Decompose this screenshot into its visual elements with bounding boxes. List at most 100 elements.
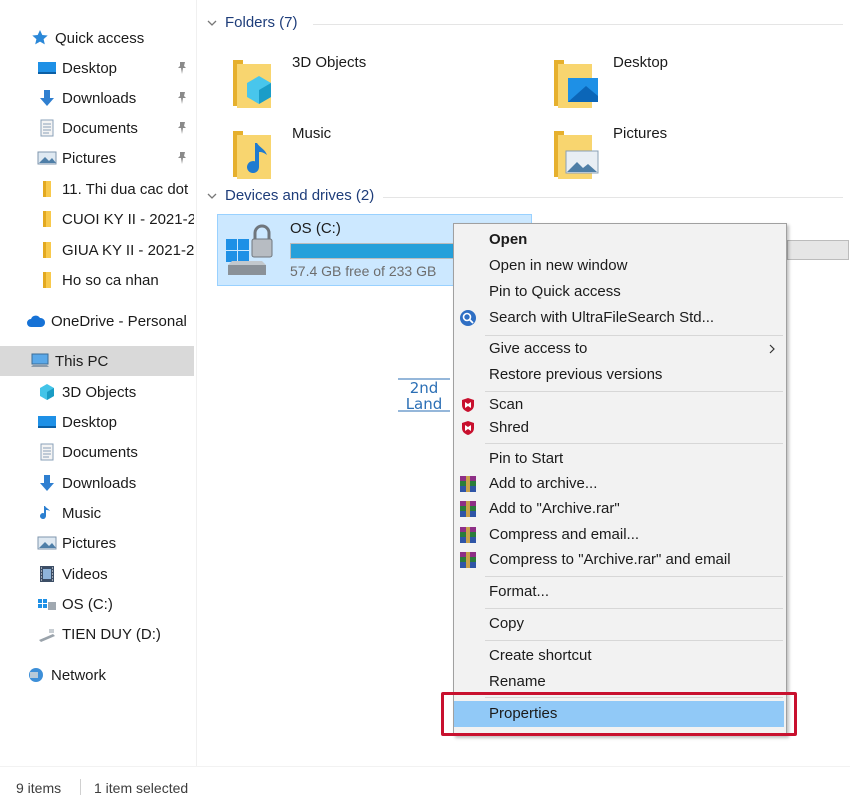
- group-title: Folders (7): [225, 14, 298, 31]
- sidebar-item-label: Documents: [62, 443, 138, 461]
- sidebar-item-network[interactable]: Network: [26, 660, 194, 690]
- document-icon: [37, 119, 57, 137]
- menu-separator: [485, 391, 783, 392]
- music-note-icon: [37, 504, 57, 522]
- sidebar-item-videos[interactable]: Videos: [37, 559, 194, 589]
- menu-item-add-to-archive[interactable]: Add to archive...: [454, 472, 786, 496]
- desktop-icon: [37, 413, 57, 431]
- context-menu: Open Open in new window Pin to Quick acc…: [453, 223, 787, 736]
- folder-3d-objects-icon: [233, 60, 271, 108]
- sidebar-item-pictures-pinned[interactable]: Pictures: [37, 143, 194, 173]
- menu-separator: [485, 608, 783, 609]
- menu-item-open[interactable]: Open: [454, 228, 786, 252]
- cube-icon: [37, 383, 57, 401]
- sidebar-item-os-c[interactable]: OS (C:): [37, 589, 194, 619]
- pin-icon[interactable]: [176, 61, 188, 75]
- sidebar-item-this-pc[interactable]: This PC: [0, 346, 194, 376]
- menu-item-label: Restore previous versions: [489, 366, 663, 383]
- menu-item-compress-email[interactable]: Compress and email...: [454, 523, 786, 547]
- group-divider: [313, 24, 843, 25]
- winrar-icon: [460, 476, 476, 492]
- document-icon: [37, 443, 57, 461]
- folder-tile-music[interactable]: Music: [199, 125, 499, 187]
- folder-name: 3D Objects: [292, 54, 367, 71]
- sidebar-item-quick-access[interactable]: Quick access: [30, 23, 224, 53]
- menu-item-give-access[interactable]: Give access to: [454, 337, 786, 361]
- pin-icon[interactable]: [176, 121, 188, 135]
- sidebar-item-tien-duy-d[interactable]: TIEN DUY (D:): [37, 619, 194, 649]
- drive-name: OS (C:): [290, 220, 341, 237]
- folder-icon: [37, 180, 57, 198]
- menu-item-pin-to-start[interactable]: Pin to Start: [454, 447, 786, 471]
- sidebar-item-music[interactable]: Music: [37, 498, 194, 528]
- folder-icon: [37, 241, 57, 259]
- menu-item-search-ultrafilesearch[interactable]: Search with UltraFileSearch Std...: [454, 306, 786, 330]
- menu-item-copy[interactable]: Copy: [454, 612, 786, 636]
- sidebar-item-pictures[interactable]: Pictures: [37, 528, 194, 558]
- folder-name: Desktop: [613, 54, 669, 71]
- menu-item-label: Compress to "Archive.rar" and email: [489, 551, 731, 568]
- sidebar-item-label: Videos: [62, 565, 108, 583]
- highlight-annotation-box: [441, 692, 797, 736]
- sidebar-item-3d-objects[interactable]: 3D Objects: [37, 377, 194, 407]
- winrar-icon: [460, 501, 476, 517]
- menu-item-format[interactable]: Format...: [454, 580, 786, 604]
- sidebar-item-desktop[interactable]: Desktop: [37, 407, 194, 437]
- download-arrow-icon: [37, 89, 57, 107]
- folder-pictures-icon: [554, 131, 599, 179]
- folder-icon: [37, 271, 57, 289]
- menu-item-open-new-window[interactable]: Open in new window: [454, 254, 786, 278]
- folder-music-icon: [233, 131, 271, 179]
- menu-item-rename[interactable]: Rename: [454, 670, 786, 694]
- folder-tile-3d-objects[interactable]: 3D Objects: [199, 54, 499, 116]
- sidebar-item-label: GIUA KY II - 2021-20: [62, 241, 194, 259]
- menu-item-label: Open in new window: [489, 257, 628, 274]
- menu-item-label: Add to "Archive.rar": [489, 500, 620, 517]
- group-divider: [383, 197, 843, 198]
- sidebar-item-label: Music: [62, 504, 102, 522]
- sidebar-item-label: OneDrive - Personal: [51, 312, 187, 330]
- menu-item-pin-quick-access[interactable]: Pin to Quick access: [454, 280, 786, 304]
- sidebar-item-downloads-pinned[interactable]: Downloads: [37, 83, 194, 113]
- pin-icon[interactable]: [176, 91, 188, 105]
- chevron-down-icon: [207, 20, 217, 26]
- menu-item-add-to-archive-rar[interactable]: Add to "Archive.rar": [454, 497, 786, 521]
- menu-item-shred[interactable]: Shred: [454, 416, 786, 440]
- menu-item-compress-rar-email[interactable]: Compress to "Archive.rar" and email: [454, 548, 786, 572]
- menu-item-label: Give access to: [489, 340, 588, 357]
- star-icon: [30, 29, 50, 47]
- windows-drive-icon: [226, 224, 273, 275]
- menu-item-label: Pin to Quick access: [489, 283, 621, 300]
- drive-usage-fill: [291, 244, 461, 258]
- sidebar-item-onedrive[interactable]: OneDrive - Personal: [26, 306, 194, 336]
- folder-tile-desktop[interactable]: Desktop: [520, 54, 820, 116]
- menu-item-label: Search with UltraFileSearch Std...: [489, 309, 715, 326]
- sidebar-item-folder[interactable]: CUOI KY II - 2021-2: [37, 204, 194, 234]
- pictures-icon: [37, 534, 57, 552]
- menu-item-scan[interactable]: Scan: [454, 393, 786, 417]
- sidebar-item-label: Quick access: [55, 29, 145, 47]
- sidebar-item-label: Pictures: [62, 149, 117, 167]
- sidebar-item-folder[interactable]: Ho so ca nhan: [37, 265, 194, 295]
- sidebar-item-folder[interactable]: GIUA KY II - 2021-20: [37, 235, 194, 265]
- sidebar-item-label: Documents: [62, 119, 138, 137]
- sidebar-item-downloads[interactable]: Downloads: [37, 468, 194, 498]
- menu-item-restore-previous[interactable]: Restore previous versions: [454, 363, 786, 387]
- sidebar-item-documents[interactable]: Documents: [37, 437, 194, 467]
- sidebar-item-label: Downloads: [62, 89, 137, 107]
- folder-tile-pictures[interactable]: Pictures: [520, 125, 820, 187]
- pin-icon[interactable]: [176, 151, 188, 165]
- status-divider: [80, 779, 81, 795]
- menu-item-create-shortcut[interactable]: Create shortcut: [454, 644, 786, 668]
- sidebar-item-documents-pinned[interactable]: Documents: [37, 113, 194, 143]
- menu-item-label: Create shortcut: [489, 647, 592, 664]
- menu-item-label: Scan: [489, 396, 524, 413]
- download-arrow-icon: [37, 474, 57, 492]
- network-icon: [26, 666, 46, 684]
- sidebar-item-folder[interactable]: 11. Thi dua cac dot: [37, 174, 194, 204]
- folders-group-header[interactable]: Folders (7): [207, 14, 298, 31]
- svg-text:Land: Land: [406, 395, 443, 413]
- devices-group-header[interactable]: Devices and drives (2): [207, 187, 374, 204]
- sidebar-item-desktop-pinned[interactable]: Desktop: [37, 53, 194, 83]
- navigation-pane: Quick access Desktop Downloads Documents…: [0, 0, 197, 766]
